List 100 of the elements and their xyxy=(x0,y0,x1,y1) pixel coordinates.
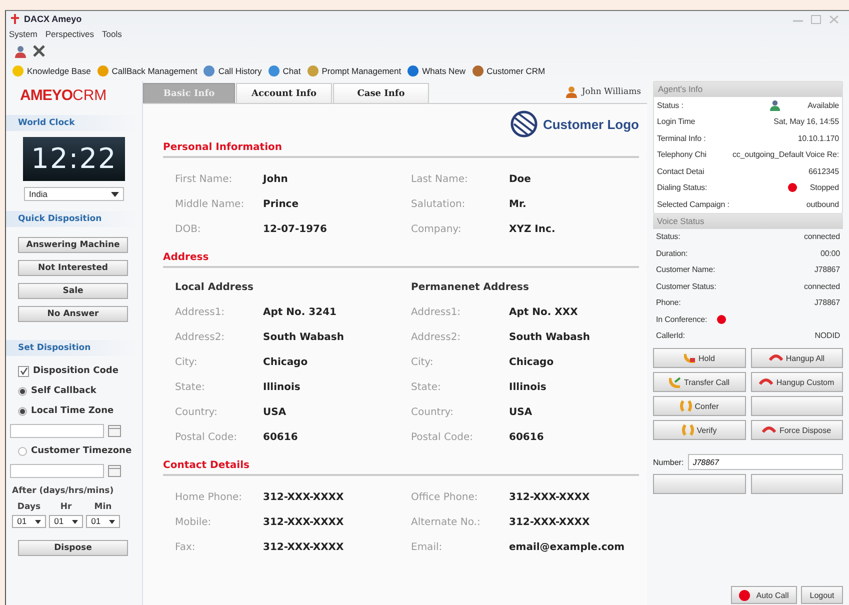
tools-icon[interactable] xyxy=(33,45,45,57)
close-icon[interactable] xyxy=(829,14,839,24)
disposition-button[interactable]: No Answer xyxy=(18,306,128,322)
call-button[interactable]: Transfer Call xyxy=(653,372,746,392)
call-button[interactable]: Confer xyxy=(653,396,746,416)
field-value: Apt No. XXX xyxy=(509,306,579,320)
info-label: In Conference: xyxy=(656,314,708,324)
app-icon xyxy=(10,14,20,24)
call-button[interactable]: Hangup All xyxy=(750,348,843,368)
calendar-icon[interactable] xyxy=(108,425,121,437)
unit-dropdown[interactable]: 01 xyxy=(49,515,83,528)
phone-icon xyxy=(684,353,696,363)
call-button[interactable]: Hold xyxy=(653,348,746,368)
info-value: 00:00 xyxy=(820,248,840,258)
shortcut-icon xyxy=(96,65,109,77)
hangup-icon xyxy=(768,354,783,362)
disposition-button[interactable]: Answering Machine xyxy=(18,237,128,253)
field-label: Fax: xyxy=(175,541,196,555)
call-button[interactable]: Hangup Custom xyxy=(750,372,843,392)
call-button[interactable]: Force Dispose xyxy=(750,420,843,440)
menu-item[interactable]: System xyxy=(9,29,38,39)
field-label: Alternate No.: xyxy=(411,516,482,530)
unit-label: Min xyxy=(94,502,112,512)
info-label: Status: xyxy=(656,232,680,242)
shortcut-link[interactable]: Call History xyxy=(203,65,262,77)
info-value: connected xyxy=(804,232,840,242)
info-value: Available xyxy=(808,100,839,110)
shortcut-link[interactable]: Customer CRM xyxy=(472,65,546,77)
field-label: Address1: xyxy=(411,306,462,320)
region-dropdown[interactable]: India xyxy=(24,187,124,201)
info-label: Dialing Status: xyxy=(657,183,708,192)
tab[interactable]: Case Info xyxy=(333,83,429,103)
user-icon xyxy=(566,86,577,98)
shortcut-link[interactable]: Chat xyxy=(268,65,301,77)
blank-button[interactable] xyxy=(653,474,746,494)
field-label: Address2: xyxy=(175,331,226,345)
shortcut-icon xyxy=(407,65,420,77)
globe-icon xyxy=(510,110,538,138)
field-label: Mobile: xyxy=(175,516,212,530)
info-value: J78867 xyxy=(814,265,840,274)
shortcut-icon xyxy=(203,65,216,77)
agent-icon[interactable] xyxy=(14,44,27,58)
number-field[interactable]: J78867 xyxy=(688,454,843,470)
info-value: 10.10.1.170 xyxy=(798,134,839,143)
info-label: CallerId: xyxy=(656,331,685,340)
calendar-icon[interactable] xyxy=(108,465,121,477)
status-dot xyxy=(717,314,726,324)
after-label: After (days/hrs/mins) xyxy=(11,485,115,496)
field-value: 312-XXX-XXXX xyxy=(263,541,345,555)
auto-call-button[interactable]: Auto Call xyxy=(731,586,797,604)
tab[interactable]: Account Info xyxy=(236,83,332,103)
info-label: Customer Status: xyxy=(656,282,716,291)
field-value: 312-XXX-XXXX xyxy=(509,491,591,505)
field-label: City: xyxy=(175,356,198,370)
field-value: Mr. xyxy=(509,198,528,212)
option-label: Disposition Code xyxy=(33,366,118,376)
radio-button[interactable] xyxy=(18,406,27,416)
field-value: email@example.com xyxy=(509,541,626,555)
call-button[interactable]: Verify xyxy=(653,420,746,440)
shortcut-link[interactable]: Knowledge Base xyxy=(12,65,91,77)
disposition-button[interactable]: Sale xyxy=(18,283,128,299)
panel-header: Agent's Info xyxy=(654,82,842,97)
info-label: Login Time xyxy=(657,117,696,126)
field-value: Doe xyxy=(509,173,532,187)
field-label: Postal Code: xyxy=(175,431,238,445)
field-value: USA xyxy=(263,406,288,420)
crm-logo: AMEYOCRM xyxy=(19,86,108,106)
info-label: Customer Name: xyxy=(656,265,716,274)
info-value: J78867 xyxy=(814,298,840,308)
checkbox[interactable] xyxy=(18,366,29,376)
blank-button[interactable] xyxy=(750,396,843,416)
window-title: DACX Ameyo xyxy=(24,14,82,24)
radio-button[interactable] xyxy=(18,386,27,396)
option-label: Customer Timezone xyxy=(31,446,132,456)
date-field[interactable] xyxy=(10,424,104,438)
field-value: John xyxy=(263,173,289,187)
shortcut-link[interactable]: Whats New xyxy=(407,65,466,77)
logout-button[interactable]: Logout xyxy=(801,586,843,604)
caret-icon xyxy=(34,520,41,524)
dispose-button[interactable]: Dispose xyxy=(18,540,128,556)
date-field[interactable] xyxy=(10,464,104,478)
shortcut-icon xyxy=(306,65,319,77)
info-label: Contact Detai xyxy=(657,166,704,176)
unit-dropdown[interactable]: 01 xyxy=(12,515,46,528)
unit-dropdown[interactable]: 01 xyxy=(86,515,120,528)
blank-button[interactable] xyxy=(750,474,843,494)
field-value: South Wabash xyxy=(263,331,345,345)
shortcut-link[interactable]: Prompt Management xyxy=(306,65,402,77)
field-label: DOB: xyxy=(175,223,202,237)
field-value: 12-07-1976 xyxy=(263,223,328,237)
shortcut-link[interactable]: CallBack Management xyxy=(96,65,198,77)
menu-item[interactable]: Perspectives xyxy=(45,29,94,39)
record-icon xyxy=(739,590,750,600)
field-label: Address2: xyxy=(411,331,462,345)
disposition-button[interactable]: Not Interested xyxy=(18,260,128,276)
maximize-icon[interactable] xyxy=(811,14,821,24)
menu-item[interactable]: Tools xyxy=(102,29,122,39)
field-label: Middle Name: xyxy=(175,198,246,212)
digital-clock: 12:22 xyxy=(23,137,125,181)
radio-button[interactable] xyxy=(18,446,27,456)
